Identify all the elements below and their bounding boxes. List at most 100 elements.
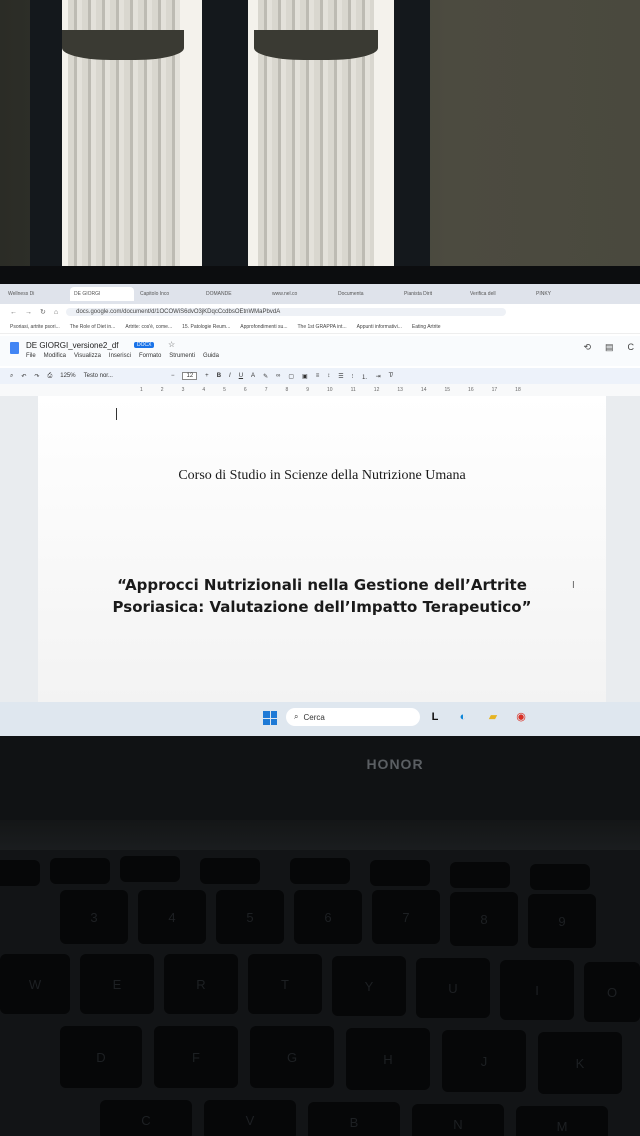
- italic-icon[interactable]: I: [229, 373, 231, 379]
- zoom-select[interactable]: 125%: [60, 373, 75, 379]
- menu-view[interactable]: Visualizza: [74, 353, 101, 359]
- browser-tab[interactable]: Pianista Dirit: [400, 287, 464, 301]
- url-field[interactable]: docs.google.com/document/d/1OCOWiS6dvO3j…: [66, 308, 507, 316]
- ruler-mark: 10: [327, 387, 333, 393]
- forward-icon[interactable]: →: [25, 309, 32, 316]
- keyboard-key: H: [346, 1028, 430, 1090]
- document-title[interactable]: DE GIORGI_versione2_df: [26, 341, 118, 350]
- keyboard-key: R: [164, 954, 238, 1014]
- file-format-badge: DOCX: [134, 342, 155, 348]
- menu-insert[interactable]: Inserisci: [109, 353, 131, 359]
- keyboard-key: 7: [372, 890, 440, 944]
- align-icon[interactable]: ≡: [316, 373, 320, 379]
- bulleted-list-icon[interactable]: ⁝: [352, 373, 354, 380]
- increase-font-icon[interactable]: +: [205, 373, 209, 379]
- ruler-mark: 1: [140, 387, 143, 393]
- reload-icon[interactable]: ↻: [40, 308, 46, 316]
- line-spacing-icon[interactable]: ↕: [327, 373, 330, 379]
- comments-icon[interactable]: ▤: [605, 342, 614, 353]
- mouse-ibeam-icon: I: [572, 580, 575, 591]
- menu-tools[interactable]: Strumenti: [169, 353, 195, 359]
- menu-edit[interactable]: Modifica: [44, 353, 66, 359]
- browser-tab[interactable]: Documenta: [334, 287, 398, 301]
- address-bar: ← → ↻ ⌂ docs.google.com/document/d/1OCOW…: [0, 304, 640, 320]
- bookmark[interactable]: Appunti informativi...: [357, 324, 402, 330]
- ruler-mark: 5: [223, 387, 226, 393]
- bookmark[interactable]: The 1st GRAPPA int...: [297, 324, 346, 330]
- undo-icon[interactable]: ↶: [21, 373, 26, 380]
- browser-tab[interactable]: Capitolo Inco: [136, 287, 200, 301]
- windows-start-icon[interactable]: [263, 711, 277, 725]
- link-icon[interactable]: ∞: [276, 373, 280, 379]
- edge-browser-icon[interactable]: ◐: [456, 710, 470, 724]
- highlight-icon[interactable]: ✎: [263, 373, 268, 380]
- keyboard-key: E: [80, 954, 154, 1014]
- keyboard-key: V: [204, 1100, 296, 1136]
- menu-format[interactable]: Formato: [139, 353, 161, 359]
- ruler-mark: 17: [491, 387, 498, 393]
- document-page[interactable]: Corso di Studio in Scienze della Nutrizi…: [38, 396, 606, 702]
- browser-tab[interactable]: Wellness Di: [4, 287, 68, 301]
- indent-icon[interactable]: ⇥: [376, 373, 381, 380]
- back-icon[interactable]: ←: [10, 309, 17, 316]
- style-select[interactable]: Testo nor...: [84, 373, 113, 379]
- laptop-brand-logo: HONOR: [366, 756, 424, 772]
- laptop-lid-top: [0, 266, 640, 286]
- home-icon[interactable]: ⌂: [54, 309, 58, 316]
- task-view-icon[interactable]: L: [428, 710, 442, 724]
- history-icon[interactable]: ⟲: [583, 342, 591, 353]
- search-placeholder: Cerca: [303, 712, 325, 722]
- docs-header: DE GIORGI_versione2_df DOCX ☆ File Modif…: [0, 336, 640, 366]
- share-icon[interactable]: C: [628, 342, 635, 353]
- bookmark[interactable]: Artrite: cos'è, come...: [125, 324, 172, 330]
- thesis-title-line-1[interactable]: “Approcci Nutrizionali nella Gestione de…: [38, 576, 606, 594]
- taskbar-search-input[interactable]: ⌕ Cerca: [286, 708, 420, 726]
- keyboard-key: W: [0, 954, 70, 1014]
- file-explorer-icon[interactable]: ▰: [486, 710, 500, 724]
- decrease-font-icon[interactable]: −: [171, 373, 175, 379]
- keyboard: 3 4 5 6 7 8 9 W E R T Y U I O D F G H J …: [0, 850, 640, 1136]
- browser-tab[interactable]: DOMANDE: [202, 287, 266, 301]
- ruler-mark: 8: [285, 387, 289, 393]
- keyboard-key: [370, 860, 430, 886]
- star-icon[interactable]: ☆: [168, 340, 175, 349]
- bookmark[interactable]: The Role of Diet in...: [70, 324, 116, 330]
- image-icon[interactable]: ▣: [302, 373, 308, 380]
- keyboard-key: [120, 856, 180, 882]
- keyboard-key: U: [416, 958, 490, 1018]
- browser-tab[interactable]: www.nel.co: [268, 287, 332, 301]
- chrome-icon[interactable]: ◉: [514, 710, 528, 724]
- redo-icon[interactable]: ↷: [34, 373, 39, 380]
- ruler-mark: 9: [306, 387, 310, 393]
- ruler-mark: 7: [264, 387, 268, 393]
- bookmark[interactable]: Approfondimenti su...: [240, 324, 287, 330]
- bookmark[interactable]: 15. Patologie Reum...: [182, 324, 230, 330]
- browser-tab-active[interactable]: DE GIORGI: [70, 287, 134, 301]
- course-heading[interactable]: Corso di Studio in Scienze della Nutrizi…: [38, 468, 606, 484]
- bookmark[interactable]: Psoriasi, artrite psori...: [10, 324, 60, 330]
- bookmarks-bar: Psoriasi, artrite psori... The Role of D…: [0, 320, 640, 334]
- docs-logo-icon[interactable]: [10, 342, 19, 354]
- menu-help[interactable]: Guida: [203, 353, 219, 359]
- bookmark[interactable]: Eating Artrite: [412, 324, 441, 330]
- font-size-field[interactable]: 12: [182, 372, 198, 380]
- bold-icon[interactable]: B: [217, 373, 221, 379]
- keyboard-key: F: [154, 1026, 238, 1088]
- menu-file[interactable]: File: [26, 353, 36, 359]
- browser-tab-bar: Wellness Di DE GIORGI Capitolo Inco DOMA…: [0, 284, 640, 304]
- thesis-title-line-2[interactable]: Psoriasica: Valutazione dell’Impatto Ter…: [38, 598, 606, 616]
- browser-tab[interactable]: PINKY: [532, 287, 596, 301]
- text-color-icon[interactable]: A: [251, 373, 255, 379]
- numbered-list-icon[interactable]: ⒈: [362, 372, 368, 381]
- search-menus-icon[interactable]: ⌕: [10, 373, 13, 380]
- checklist-icon[interactable]: ☰: [338, 373, 343, 380]
- underline-icon[interactable]: U: [239, 373, 243, 379]
- keyboard-key: G: [250, 1026, 334, 1088]
- keyboard-key: 5: [216, 890, 284, 944]
- print-icon[interactable]: ⎙: [47, 373, 52, 380]
- browser-tab[interactable]: Verifica dell: [466, 287, 530, 301]
- clear-format-icon[interactable]: T̸: [389, 373, 393, 379]
- comment-icon[interactable]: ▢: [288, 373, 294, 380]
- curtain-valance-left: [62, 30, 184, 60]
- keyboard-key: [450, 862, 510, 888]
